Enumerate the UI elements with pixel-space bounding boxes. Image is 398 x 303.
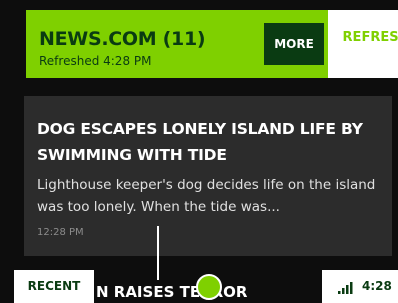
touch-indicator-dot: [196, 274, 222, 300]
recent-tab[interactable]: RECENT: [14, 270, 94, 303]
more-button[interactable]: MORE: [264, 23, 324, 65]
refresh-button[interactable]: REFRESH: [328, 10, 398, 78]
refresh-status: Refreshed 4:28 PM: [39, 54, 152, 68]
article-timestamp: 12:28 PM: [37, 227, 84, 238]
article-headline: DOG ESCAPES LONELY ISLAND LIFE BY SWIMMI…: [37, 120, 363, 164]
next-article-headline[interactable]: N RAISES TERROR: [96, 283, 247, 301]
article-summary: Lighthouse keeper's dog decides life on …: [37, 177, 376, 215]
status-clock: 4:28: [362, 279, 392, 293]
signal-icon: [338, 282, 353, 294]
app-title: NEWS.COM (11): [39, 28, 206, 50]
article-card[interactable]: DOG ESCAPES LONELY ISLAND LIFE BY SWIMMI…: [24, 96, 392, 256]
status-bar: 4:28: [322, 270, 398, 303]
news-app-screen: NEWS.COM (11) Refreshed 4:28 PM MORE REF…: [0, 0, 398, 303]
touch-indicator-line: [157, 226, 159, 280]
app-header: NEWS.COM (11) Refreshed 4:28 PM MORE REF…: [26, 10, 398, 78]
